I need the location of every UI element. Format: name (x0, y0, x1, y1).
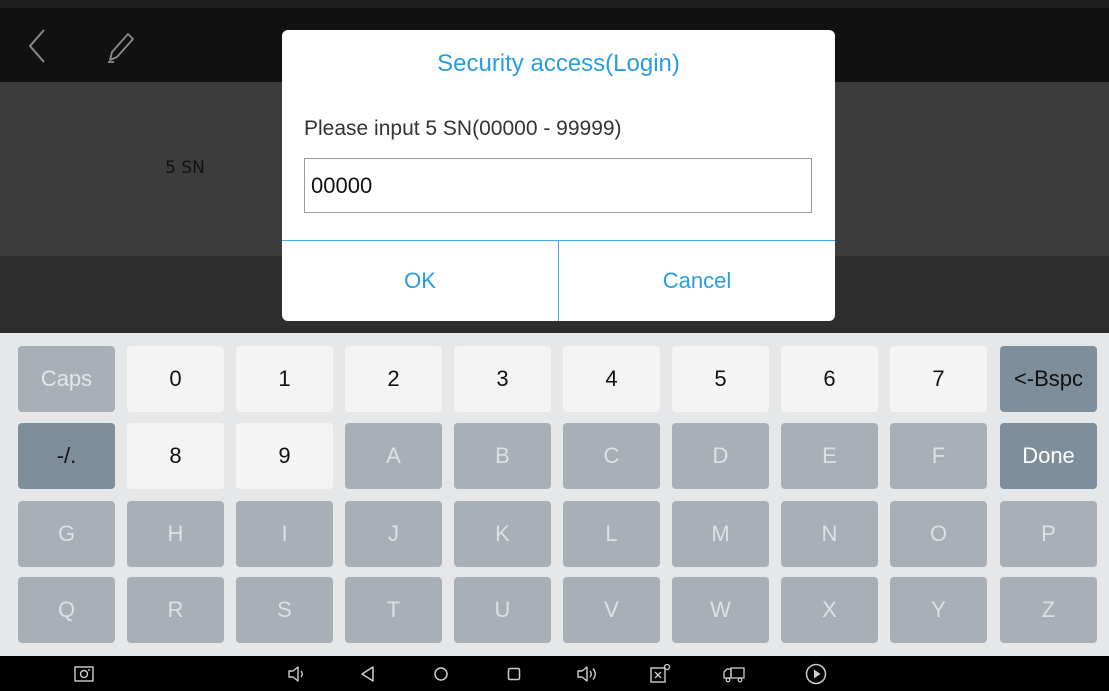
dialog-title: Security access(Login) (437, 50, 680, 77)
key-d[interactable]: D (672, 423, 769, 489)
key-t[interactable]: T (345, 577, 442, 643)
key-1[interactable]: 1 (236, 346, 333, 412)
row-label: 5 SN (165, 158, 205, 178)
key-e[interactable]: E (781, 423, 878, 489)
vci-icon[interactable] (648, 662, 672, 686)
play-circle-icon[interactable] (804, 662, 828, 686)
dialog-message: Please input 5 SN(00000 - 99999) (304, 117, 622, 140)
key-backspace[interactable]: <-Bspc (1000, 346, 1097, 412)
key-caps[interactable]: Caps (18, 346, 115, 412)
key-l[interactable]: L (563, 501, 660, 567)
key-5[interactable]: 5 (672, 346, 769, 412)
key-0[interactable]: 0 (127, 346, 224, 412)
key-9[interactable]: 9 (236, 423, 333, 489)
screenshot-icon[interactable] (72, 662, 96, 686)
key-a[interactable]: A (345, 423, 442, 489)
truck-icon[interactable] (722, 662, 746, 686)
key-done[interactable]: Done (1000, 423, 1097, 489)
security-access-dialog: Security access(Login) Please input 5 SN… (282, 30, 835, 321)
key-x[interactable]: X (781, 577, 878, 643)
key-y[interactable]: Y (890, 577, 987, 643)
key-q[interactable]: Q (18, 577, 115, 643)
key-g[interactable]: G (18, 501, 115, 567)
key-s[interactable]: S (236, 577, 333, 643)
key-m[interactable]: M (672, 501, 769, 567)
back-triangle-icon[interactable] (356, 662, 380, 686)
key-j[interactable]: J (345, 501, 442, 567)
key-2[interactable]: 2 (345, 346, 442, 412)
on-screen-keyboard: Caps 0 1 2 3 4 5 6 7 <-Bspc -/. 8 9 A B … (0, 333, 1109, 656)
cancel-button[interactable]: Cancel (559, 241, 835, 321)
key-w[interactable]: W (672, 577, 769, 643)
ok-button[interactable]: OK (282, 241, 558, 321)
key-8[interactable]: 8 (127, 423, 224, 489)
sn-input[interactable] (304, 158, 812, 213)
key-z[interactable]: Z (1000, 577, 1097, 643)
system-nav-bar (0, 656, 1109, 691)
key-c[interactable]: C (563, 423, 660, 489)
key-4[interactable]: 4 (563, 346, 660, 412)
key-n[interactable]: N (781, 501, 878, 567)
key-b[interactable]: B (454, 423, 551, 489)
key-symbols[interactable]: -/. (18, 423, 115, 489)
pencil-icon[interactable] (104, 28, 136, 64)
home-circle-icon[interactable] (429, 662, 453, 686)
key-r[interactable]: R (127, 577, 224, 643)
key-f[interactable]: F (890, 423, 987, 489)
volume-down-icon[interactable] (284, 662, 308, 686)
key-6[interactable]: 6 (781, 346, 878, 412)
key-p[interactable]: P (1000, 501, 1097, 567)
key-3[interactable]: 3 (454, 346, 551, 412)
key-u[interactable]: U (454, 577, 551, 643)
key-h[interactable]: H (127, 501, 224, 567)
key-o[interactable]: O (890, 501, 987, 567)
key-i[interactable]: I (236, 501, 333, 567)
key-k[interactable]: K (454, 501, 551, 567)
recents-square-icon[interactable] (502, 662, 526, 686)
key-7[interactable]: 7 (890, 346, 987, 412)
back-chevron-icon[interactable] (24, 26, 54, 66)
key-v[interactable]: V (563, 577, 660, 643)
volume-up-icon[interactable] (575, 662, 599, 686)
